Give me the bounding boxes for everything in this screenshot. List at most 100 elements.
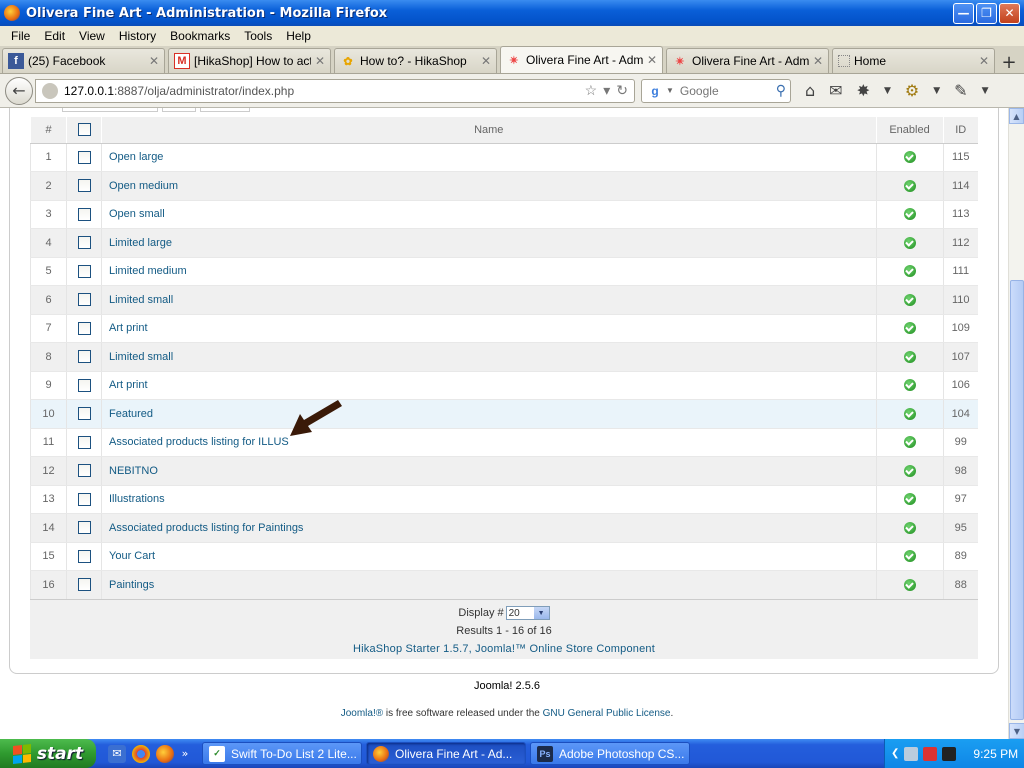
row-checkbox[interactable]	[77, 150, 91, 164]
row-checkbox[interactable]	[77, 321, 91, 335]
tab-gmail[interactable]: M [HikaShop] How to acti... ✕	[168, 48, 331, 73]
enabled-cell[interactable]	[875, 428, 943, 457]
enabled-check-icon[interactable]	[903, 521, 916, 534]
enabled-check-icon[interactable]	[903, 379, 916, 392]
scroll-thumb[interactable]	[1010, 280, 1024, 720]
item-name-link[interactable]: Open medium	[101, 171, 876, 201]
close-tab-icon[interactable]: ✕	[813, 54, 823, 68]
item-name-link[interactable]: Open small	[101, 200, 876, 229]
chevron-down-icon[interactable]: ▼	[884, 86, 891, 96]
firefox-icon[interactable]	[156, 744, 174, 763]
row-checkbox[interactable]	[77, 549, 91, 563]
row-checkbox[interactable]	[77, 492, 91, 506]
enabled-check-icon[interactable]	[903, 464, 916, 477]
task-firefox[interactable]: Olivera Fine Art - Ad...	[366, 742, 526, 765]
row-checkbox[interactable]	[77, 378, 91, 392]
row-select-cell[interactable]	[66, 342, 102, 372]
gpl-link[interactable]: GNU General Public License	[543, 708, 671, 719]
chevron-down-icon[interactable]: ▼	[933, 86, 940, 96]
row-checkbox[interactable]	[77, 578, 91, 592]
row-checkbox[interactable]	[77, 207, 91, 221]
menu-edit[interactable]: Edit	[37, 29, 72, 43]
vertical-scrollbar[interactable]: ▲ ▼	[1008, 108, 1024, 739]
row-select-cell[interactable]	[66, 257, 102, 286]
item-name-link[interactable]: Art print	[101, 371, 876, 400]
enabled-check-icon[interactable]	[903, 436, 916, 449]
row-select-cell[interactable]	[66, 285, 102, 315]
tab-facebook[interactable]: f (25) Facebook ✕	[2, 48, 165, 73]
new-tab-button[interactable]: +	[998, 51, 1020, 73]
menu-history[interactable]: History	[112, 29, 163, 43]
row-select-cell[interactable]	[66, 228, 102, 258]
search-icon[interactable]: ⚲	[776, 82, 786, 99]
item-name-link[interactable]: Associated products listing for ILLUS	[101, 428, 876, 457]
enabled-cell[interactable]	[875, 456, 943, 486]
outlook-icon[interactable]: ✉	[108, 744, 126, 763]
enabled-cell[interactable]	[875, 285, 943, 315]
enabled-check-icon[interactable]	[903, 407, 916, 420]
monitor-icon[interactable]	[942, 746, 957, 761]
back-button[interactable]: ←	[5, 76, 33, 105]
close-tab-icon[interactable]: ✕	[481, 54, 491, 68]
item-name-link[interactable]: Your Cart	[101, 542, 876, 571]
enabled-cell[interactable]	[875, 200, 943, 229]
enabled-cell[interactable]	[875, 570, 943, 600]
enabled-cell[interactable]	[875, 513, 943, 543]
enabled-cell[interactable]	[875, 399, 943, 429]
chevron-down-icon[interactable]: ▼	[982, 86, 989, 96]
header-select-all[interactable]	[66, 117, 102, 144]
tools-icon[interactable]: ✎	[954, 81, 967, 100]
chevron-down-icon[interactable]: ▼	[533, 607, 549, 619]
enabled-cell[interactable]	[875, 171, 943, 201]
row-select-cell[interactable]	[66, 570, 102, 600]
enabled-cell[interactable]	[875, 485, 943, 514]
header-enabled[interactable]: Enabled	[875, 117, 943, 144]
close-button[interactable]: ✕	[999, 2, 1020, 24]
start-button[interactable]: start	[0, 739, 96, 768]
enabled-check-icon[interactable]	[903, 179, 916, 192]
joomla-link[interactable]: Joomla!®	[341, 708, 383, 719]
enabled-check-icon[interactable]	[903, 265, 916, 278]
item-name-link[interactable]: Associated products listing for Painting…	[101, 513, 876, 543]
hikashop-credit-link[interactable]: HikaShop Starter 1.5.7, Joomla!™ Online …	[30, 643, 978, 655]
close-tab-icon[interactable]: ✕	[979, 54, 989, 68]
row-select-cell[interactable]	[66, 485, 102, 514]
item-name-link[interactable]: NEBITNO	[101, 456, 876, 486]
close-tab-icon[interactable]: ✕	[315, 54, 325, 68]
enabled-check-icon[interactable]	[903, 578, 916, 591]
task-todo[interactable]: ✓ Swift To-Do List 2 Lite...	[202, 742, 362, 765]
item-name-link[interactable]: Limited small	[101, 342, 876, 372]
header-name[interactable]: Name	[101, 117, 876, 144]
close-tab-icon[interactable]: ✕	[647, 53, 657, 67]
menu-tools[interactable]: Tools	[237, 29, 279, 43]
menu-help[interactable]: Help	[279, 29, 318, 43]
search-box[interactable]: g ▼ ⚲	[641, 78, 791, 103]
chevron-down-icon[interactable]: ▼	[666, 86, 674, 95]
item-name-link[interactable]: Limited small	[101, 285, 876, 315]
security-shield-icon[interactable]	[923, 746, 938, 761]
item-name-link[interactable]: Paintings	[101, 570, 876, 600]
enabled-cell[interactable]	[875, 314, 943, 343]
row-select-cell[interactable]	[66, 513, 102, 543]
row-select-cell[interactable]	[66, 428, 102, 457]
item-name-link[interactable]: Limited large	[101, 228, 876, 258]
row-checkbox[interactable]	[77, 293, 91, 307]
row-select-cell[interactable]	[66, 200, 102, 229]
enabled-check-icon[interactable]	[903, 350, 916, 363]
reload-icon[interactable]: ↻	[616, 82, 628, 99]
scroll-up-icon[interactable]: ▲	[1009, 108, 1024, 124]
row-checkbox[interactable]	[77, 179, 91, 193]
addon-icon[interactable]: ✸	[857, 81, 870, 100]
gear-icon[interactable]: ⚙	[905, 81, 919, 100]
display-count-select[interactable]: 20 ▼	[505, 606, 550, 620]
tray-expand-icon[interactable]: ❮	[891, 748, 899, 759]
row-checkbox[interactable]	[77, 350, 91, 364]
row-select-cell[interactable]	[66, 542, 102, 571]
menu-bookmarks[interactable]: Bookmarks	[163, 29, 237, 43]
row-select-cell[interactable]	[66, 143, 102, 172]
task-photoshop[interactable]: Ps Adobe Photoshop CS...	[530, 742, 690, 765]
enabled-cell[interactable]	[875, 542, 943, 571]
item-name-link[interactable]: Open large	[101, 143, 876, 172]
item-name-link[interactable]: Featured	[101, 399, 876, 429]
scroll-down-icon[interactable]: ▼	[1009, 723, 1024, 739]
